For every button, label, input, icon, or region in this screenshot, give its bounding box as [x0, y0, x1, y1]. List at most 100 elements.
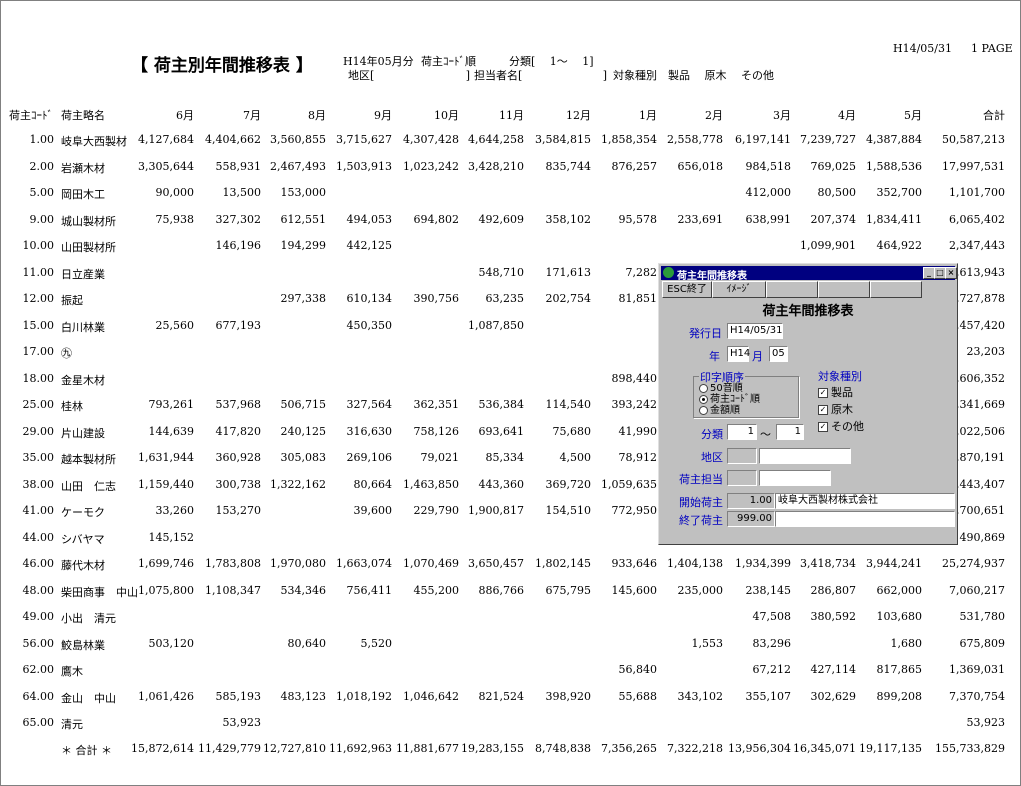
row-name: 岐阜大西製材 — [61, 135, 127, 148]
month-field[interactable]: 05 — [769, 346, 788, 362]
row-value: 490,869 — [959, 531, 1006, 544]
chiku-label: 地区 — [701, 451, 723, 464]
row-value: 75,938 — [155, 213, 195, 226]
bunrui-to-field[interactable]: 1 — [776, 424, 804, 440]
column-header: 2月 — [705, 109, 723, 122]
row-value: 153,270 — [215, 504, 262, 517]
row-code: 35.00 — [22, 451, 55, 464]
row-value: 4,500 — [559, 451, 592, 464]
row-value: 25,560 — [155, 319, 195, 332]
row-name: 金山 中山 — [61, 692, 116, 705]
tantou-name-field[interactable] — [759, 470, 831, 486]
row-name: 白川林業 — [61, 321, 105, 334]
toolbar-slot-3[interactable] — [766, 281, 818, 298]
total-value: 12,727,810 — [263, 742, 326, 755]
toolbar-slot-5[interactable] — [870, 281, 922, 298]
total-value: 7,356,265 — [601, 742, 657, 755]
row-value: ,443,407 — [956, 478, 1005, 491]
order-option-amount[interactable]: 金額順 — [699, 401, 740, 416]
checkbox-checked-icon[interactable]: ✓ — [818, 422, 828, 432]
year-field[interactable]: H14 — [727, 346, 750, 362]
row-name: 金星木材 — [61, 374, 105, 387]
row-value: 769,025 — [810, 160, 857, 173]
row-value: 171,613 — [545, 266, 592, 279]
year-label: 年 — [709, 350, 720, 363]
column-header: 荷主略名 — [61, 109, 105, 122]
tantou-code-field[interactable] — [727, 470, 757, 486]
dialog-heading: 荷主年間推移表 — [762, 304, 854, 319]
start-shipper-code-field[interactable]: 1.00 — [727, 493, 775, 509]
checkbox-checked-icon[interactable]: ✓ — [818, 388, 828, 398]
row-value: 327,564 — [346, 398, 393, 411]
row-name: 振起 — [61, 294, 83, 307]
row-value: 427,114 — [810, 663, 857, 676]
image-button[interactable]: ｲﾒｰｼﾞ — [712, 281, 766, 298]
dialog-titlebar[interactable]: 荷主年間推移表 _ □ × — [661, 266, 957, 282]
row-value: 90,000 — [155, 186, 195, 199]
toolbar-slot-4[interactable] — [818, 281, 870, 298]
row-value: 412,000 — [745, 186, 792, 199]
row-value: 1,802,145 — [535, 557, 591, 570]
row-value: 3,305,644 — [138, 160, 194, 173]
column-header: 7月 — [243, 109, 261, 122]
row-name: 桂林 — [61, 400, 83, 413]
bunrui-from-field[interactable]: 1 — [727, 424, 757, 440]
row-code: 5.00 — [29, 186, 55, 199]
total-value: 7,322,218 — [667, 742, 723, 755]
row-value: 369,720 — [545, 478, 592, 491]
row-value: 2,558,778 — [667, 133, 723, 146]
row-value: 558,931 — [215, 160, 262, 173]
end-shipper-code-field[interactable]: 999.00 — [727, 511, 775, 527]
total-value: 11,881,677 — [396, 742, 459, 755]
row-value: 758,126 — [413, 425, 460, 438]
row-value: 269,106 — [346, 451, 393, 464]
row-code: 18.00 — [22, 372, 55, 385]
row-code: 2.00 — [29, 160, 55, 173]
chiku-code-field[interactable] — [727, 448, 757, 464]
row-value: 362,351 — [413, 398, 460, 411]
row-code: 64.00 — [22, 690, 55, 703]
row-value: 585,193 — [215, 690, 262, 703]
column-header: 5月 — [904, 109, 922, 122]
row-value: 4,307,428 — [403, 133, 459, 146]
row-value: 898,440 — [611, 372, 658, 385]
checkbox-checked-icon[interactable]: ✓ — [818, 405, 828, 415]
start-shipper-name-field[interactable]: 岐阜大西製材株式会社 — [775, 493, 955, 509]
row-value: 85,334 — [485, 451, 525, 464]
row-value: 63,235 — [485, 292, 525, 305]
total-value: 19,117,135 — [859, 742, 922, 755]
row-value: 537,968 — [215, 398, 262, 411]
row-value: 7,370,754 — [949, 690, 1005, 703]
app-icon — [663, 267, 674, 278]
row-value: 638,991 — [745, 213, 792, 226]
row-value: 33,260 — [155, 504, 195, 517]
row-value: 1,588,536 — [866, 160, 922, 173]
chiku-name-field[interactable] — [759, 448, 851, 464]
row-value: 75,680 — [552, 425, 592, 438]
row-value: 1,631,944 — [138, 451, 194, 464]
column-header: 6月 — [176, 109, 194, 122]
column-header: 3月 — [773, 109, 791, 122]
row-value: 835,744 — [545, 160, 592, 173]
row-value: 455,200 — [413, 584, 460, 597]
column-header: 1月 — [639, 109, 657, 122]
radio-icon[interactable] — [699, 405, 708, 415]
row-value: 114,540 — [545, 398, 592, 411]
row-code: 65.00 — [22, 716, 55, 729]
issue-date-field[interactable]: H14/05/31 — [727, 323, 783, 339]
row-value: 506,715 — [280, 398, 327, 411]
check-product[interactable]: ✓ 製品 — [818, 384, 853, 400]
close-icon[interactable]: × — [945, 267, 957, 279]
row-value: 50,587,213 — [942, 133, 1005, 146]
row-value: 1,699,746 — [138, 557, 194, 570]
row-value: 677,193 — [215, 319, 262, 332]
check-log[interactable]: ✓ 原木 — [818, 401, 853, 417]
row-value: 7,282 — [625, 266, 658, 279]
check-other[interactable]: ✓ その他 — [818, 418, 864, 434]
esc-exit-button[interactable]: ESC終了 — [662, 281, 712, 298]
row-value: 2,347,443 — [949, 239, 1005, 252]
row-value: 464,922 — [876, 239, 923, 252]
row-value: 56,840 — [618, 663, 658, 676]
row-value: ,700,651 — [956, 504, 1005, 517]
end-shipper-name-field[interactable] — [775, 511, 955, 527]
